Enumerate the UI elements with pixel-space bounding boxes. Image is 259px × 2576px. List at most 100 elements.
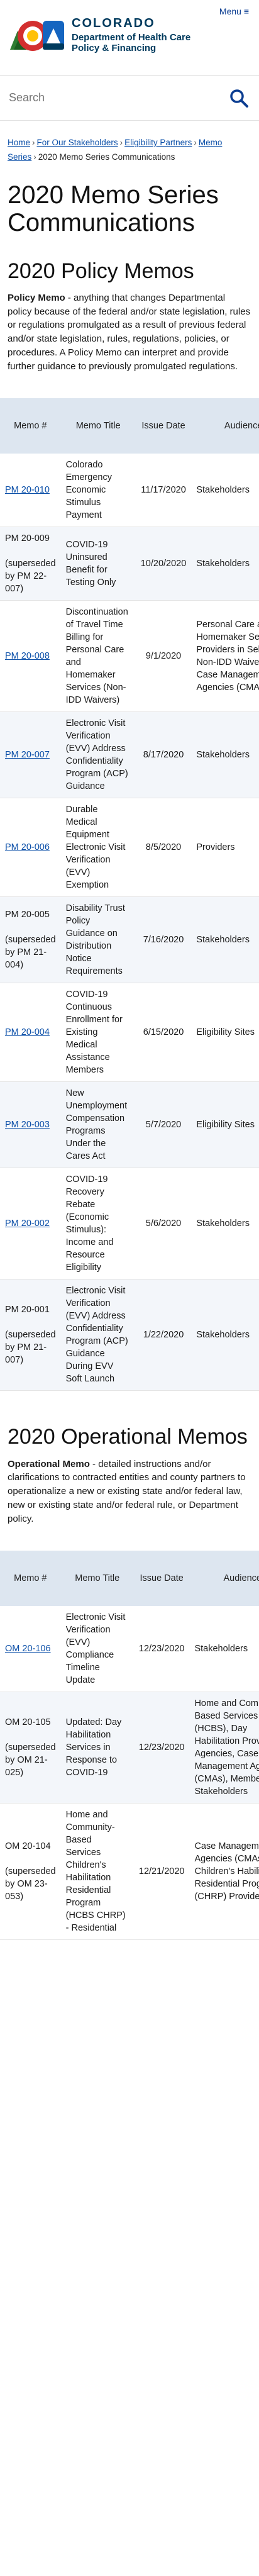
memo-link[interactable]: PM 20-006 [5, 842, 50, 852]
table-row: PM 20-006 Durable Medical Equipment Elect… [0, 798, 259, 898]
memo-title-cell: Updated: Day Habilitation Services in Re… [60, 1692, 134, 1804]
memo-link[interactable]: OM 20-106 [5, 1644, 51, 1654]
audience-cell: Stakeholders [191, 1168, 259, 1280]
page-title: 2020 Memo Series Communications [8, 181, 219, 237]
column-header-audience: Audience [189, 1551, 259, 1607]
operational-memos-table-wrapper[interactable]: Memo # Memo Title Issue Date Audience OM… [0, 1551, 259, 1941]
table-row: PM 20-009 (superseded by PM 22-007) COVID-… [0, 527, 259, 601]
memo-number-cell: PM 20-008 [0, 600, 61, 713]
column-header-issue-date: Issue Date [133, 1551, 190, 1607]
policy-memos-heading: 2020 Policy Memos [8, 259, 194, 283]
issue-date-cell: 12/21/2020 [133, 1803, 190, 1941]
column-header-memo-number: Memo # [0, 398, 61, 454]
breadcrumb-separator: › [33, 152, 36, 162]
breadcrumb-item[interactable]: Home [8, 138, 30, 147]
policy-memos-intro: Policy Memo - anything that changes Depa… [0, 291, 259, 399]
operational-memos-intro: Operational Memo - detailed instructions… [0, 1458, 259, 1551]
issue-date-cell: 1/22/2020 [135, 1279, 192, 1391]
operational-memo-term: Operational Memo [8, 1458, 90, 1469]
breadcrumb-item[interactable]: For Our Stakeholders [37, 138, 118, 147]
column-header-memo-title: Memo Title [60, 1551, 134, 1607]
column-header-memo-number: Memo # [0, 1551, 61, 1607]
memo-link[interactable]: PM 20-010 [5, 485, 50, 495]
memo-title-cell: Colorado Emergency Economic Stimulus Pay… [60, 454, 136, 528]
audience-cell: Case Management Agencies (CMAs), Childre… [189, 1803, 259, 1941]
operational-memos-body: OM 20-106 Electronic Visit Verification (… [0, 1606, 259, 1941]
audience-cell: Personal Care and Homemaker Service Prov… [191, 600, 259, 713]
memo-number-cell: PM 20-002 [0, 1168, 61, 1280]
audience-cell: Eligibility Sites [191, 1081, 259, 1169]
memo-title-cell: New Unemployment Compensation Programs U… [60, 1081, 136, 1169]
issue-date-cell: 7/16/2020 [135, 896, 192, 984]
memo-link[interactable]: PM 20-004 [5, 1027, 50, 1037]
audience-cell: Home and Community-Based Services (HCBS)… [189, 1692, 259, 1804]
memo-number: PM 20-009 [5, 533, 50, 544]
memo-number: OM 20-105 [5, 1717, 51, 1728]
audience-cell: Stakeholders [191, 527, 259, 601]
breadcrumb-item[interactable]: Eligibility Partners [124, 138, 192, 147]
column-header-memo-title: Memo Title [60, 398, 136, 454]
issue-date-cell: 12/23/2020 [133, 1606, 190, 1693]
memo-number-cell: OM 20-104 (superseded by OM 23-053) [0, 1803, 61, 1941]
memo-title-cell: COVID-19 Uninsured Benefit for Testing O… [60, 527, 136, 601]
column-header-issue-date: Issue Date [135, 398, 192, 454]
search-icon[interactable] [229, 88, 249, 108]
column-header-audience: Audience [191, 398, 259, 454]
issue-date-cell: 11/17/2020 [135, 454, 192, 528]
audience-cell: Stakeholders [191, 454, 259, 528]
search-bar [0, 75, 259, 121]
memo-number-cell: PM 20-010 [0, 454, 61, 528]
search-input[interactable] [9, 83, 223, 112]
audience-cell: Stakeholders [191, 896, 259, 984]
superseded-note: (superseded by PM 21-007) [5, 1330, 56, 1366]
memo-link[interactable]: PM 20-003 [5, 1120, 50, 1130]
breadcrumb-item: 2020 Memo Series Communications [38, 152, 175, 162]
logo-dept-line1: Department of Health Care [72, 32, 191, 43]
table-row: OM 20-106 Electronic Visit Verification (… [0, 1606, 259, 1693]
table-row: PM 20-010 Colorado Emergency Economic Sti… [0, 454, 259, 528]
memo-number: PM 20-001 [5, 1305, 50, 1315]
memo-link[interactable]: PM 20-008 [5, 651, 50, 661]
memo-link[interactable]: PM 20-007 [5, 750, 50, 760]
memo-number: OM 20-104 [5, 1841, 51, 1852]
table-row: PM 20-003 New Unemployment Compensation P… [0, 1081, 259, 1169]
logo-state-text: COLORADO [72, 16, 155, 30]
issue-date-cell: 10/20/2020 [135, 527, 192, 601]
memo-number-cell: OM 20-106 [0, 1606, 61, 1693]
table-row: PM 20-002 COVID-19 Recovery Rebate (Econo… [0, 1168, 259, 1280]
colorado-logo-icon [10, 20, 64, 51]
issue-date-cell: 12/23/2020 [133, 1692, 190, 1804]
breadcrumb-separator: › [119, 138, 123, 147]
audience-cell: Providers [191, 798, 259, 898]
memo-title-cell: Durable Medical Equipment Electronic Vis… [60, 798, 136, 898]
menu-button[interactable]: Menu ≡ [219, 6, 249, 16]
table-row: PM 20-005 (superseded by PM 21-004) Disabi… [0, 896, 259, 984]
memo-title-cell: Electronic Visit Verification (EVV) Comp… [60, 1606, 134, 1693]
superseded-note: (superseded by PM 21-004) [5, 935, 56, 971]
table-row: PM 20-007 Electronic Visit Verification (… [0, 711, 259, 799]
site-header: Menu ≡ COLORADO Department of Health Car… [0, 0, 259, 75]
issue-date-cell: 6/15/2020 [135, 983, 192, 1083]
policy-memos-table: Memo # Memo Title Issue Date Audience PM… [0, 398, 259, 1391]
memo-number-cell: PM 20-006 [0, 798, 61, 898]
policy-memos-table-wrapper[interactable]: Memo # Memo Title Issue Date Audience PM… [0, 398, 259, 1391]
audience-cell: Eligibility Sites [191, 983, 259, 1083]
site-logo[interactable]: COLORADO Department of Health Care Polic… [8, 16, 190, 53]
issue-date-cell: 5/7/2020 [135, 1081, 192, 1169]
superseded-note: (superseded by OM 23-053) [5, 1866, 56, 1902]
table-row: OM 20-105 (superseded by OM 21-025) Update… [0, 1692, 259, 1804]
logo-dept-line2: Policy & Financing [72, 42, 157, 53]
memo-title-cell: Electronic Visit Verification (EVV) Addr… [60, 1279, 136, 1391]
breadcrumb: Home › For Our Stakeholders › Eligibility Pa… [0, 121, 259, 169]
breadcrumb-separator: › [194, 138, 197, 147]
memo-number-cell: PM 20-004 [0, 983, 61, 1083]
memo-number: PM 20-005 [5, 910, 50, 920]
table-row: OM 20-104 (superseded by OM 23-053) Home a… [0, 1803, 259, 1941]
audience-cell: Stakeholders [191, 711, 259, 799]
memo-title-cell: Disability Trust Policy Guidance on Dist… [60, 896, 136, 984]
memo-number-cell: PM 20-001 (superseded by PM 21-007) [0, 1279, 61, 1391]
memo-link[interactable]: PM 20-002 [5, 1218, 50, 1229]
audience-cell: Stakeholders [189, 1606, 259, 1693]
table-row: PM 20-008 Discontinuation of Travel Time … [0, 600, 259, 713]
table-row: PM 20-001 (superseded by PM 21-007) Electr… [0, 1279, 259, 1391]
